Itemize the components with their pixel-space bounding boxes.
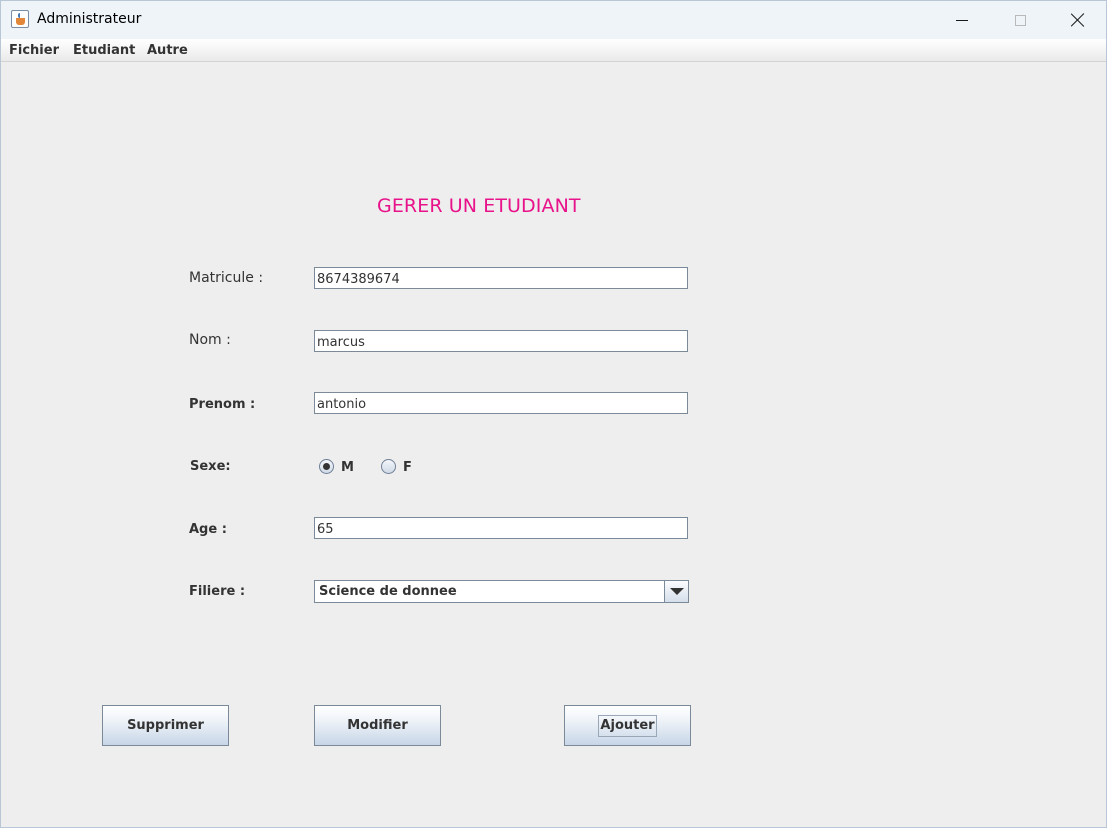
ajouter-button-label: Ajouter [598, 714, 657, 737]
menu-etudiant[interactable]: Etudiant [73, 43, 135, 58]
minimize-icon [956, 19, 968, 21]
supprimer-button[interactable]: Supprimer [102, 705, 229, 746]
sexe-radio-m-label[interactable]: M [341, 460, 354, 475]
age-label: Age : [189, 522, 227, 537]
close-icon [1071, 13, 1085, 27]
title-bar[interactable]: Administrateur [1, 1, 1106, 39]
filiere-selected-value: Science de donnee [319, 584, 457, 599]
sexe-radio-m[interactable] [319, 459, 334, 474]
menu-fichier[interactable]: Fichier [9, 43, 59, 58]
java-cup-icon [11, 10, 29, 28]
filiere-dropdown-button[interactable] [664, 581, 688, 602]
maximize-icon [1014, 14, 1026, 26]
minimize-button[interactable] [933, 1, 991, 39]
app-window: Administrateur Fichier Etudiant Autre GE… [0, 0, 1107, 828]
modifier-button[interactable]: Modifier [314, 705, 441, 746]
sexe-label: Sexe: [190, 459, 231, 474]
close-button[interactable] [1049, 1, 1107, 39]
age-field[interactable] [314, 517, 688, 539]
nom-field[interactable] [314, 330, 688, 352]
window-title: Administrateur [37, 11, 142, 27]
sexe-radio-f-label[interactable]: F [403, 460, 412, 475]
filiere-dropdown[interactable]: Science de donnee [314, 580, 689, 603]
prenom-field[interactable] [314, 392, 688, 414]
sexe-radio-f[interactable] [381, 459, 396, 474]
filiere-label: Filiere : [189, 584, 246, 599]
ajouter-button[interactable]: Ajouter [564, 705, 691, 746]
prenom-label: Prenom : [189, 397, 256, 412]
nom-label: Nom : [189, 332, 231, 348]
menu-bar: Fichier Etudiant Autre [1, 39, 1106, 62]
matricule-field[interactable] [314, 267, 688, 289]
matricule-label: Matricule : [189, 270, 264, 286]
chevron-down-icon [669, 588, 684, 595]
maximize-button[interactable] [991, 1, 1049, 39]
menu-autre[interactable]: Autre [147, 43, 188, 58]
form-title: GERER UN ETUDIANT [377, 195, 581, 217]
